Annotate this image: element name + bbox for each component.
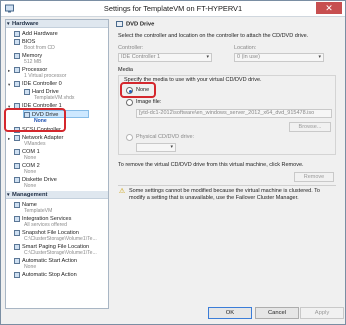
collapse-icon[interactable]: ▾ <box>7 191 10 199</box>
collapse-icon[interactable]: ▾ <box>8 82 12 88</box>
com-port-icon <box>14 148 20 155</box>
divider <box>118 185 336 186</box>
warning-icon: ⚠ <box>118 188 126 195</box>
chevron-down-icon: ▾ <box>206 54 209 60</box>
diskette-icon <box>14 176 20 183</box>
browse-button[interactable]: Browse... <box>289 122 331 132</box>
paging-summary: C:\ClusterStorage\Volume1\Te... <box>24 250 97 256</box>
auto-start-summary: None <box>24 264 37 270</box>
com-port-icon <box>14 162 20 169</box>
settings-tree: ▾ Hardware Add Hardware BIOS Boot from C… <box>5 19 109 309</box>
processor-icon <box>14 66 20 73</box>
expand-icon[interactable]: ▸ <box>8 68 12 74</box>
add-hardware-icon <box>14 30 20 37</box>
tree-item-ide0[interactable]: IDE Controller 0 <box>14 80 62 88</box>
settings-panel: DVD Drive Select the controller and loca… <box>114 19 343 309</box>
integration-summary: All services offered <box>24 222 67 228</box>
tree-item-add-hardware[interactable]: Add Hardware <box>14 30 58 38</box>
name-icon <box>14 201 20 208</box>
hardware-section-header[interactable]: ▾ Hardware <box>6 20 108 28</box>
network-icon <box>14 134 20 141</box>
memory-summary: 512 MB <box>24 59 42 65</box>
auto-start-icon <box>14 257 20 264</box>
integration-icon <box>14 215 20 222</box>
processor-summary: 1 Virtual processor <box>24 73 67 79</box>
settings-window: Settings for TemplateVM on FT-HYPERV1 ✕ … <box>0 0 346 325</box>
bios-icon <box>14 38 20 45</box>
apply-button[interactable]: Apply <box>300 307 344 319</box>
image-path-field[interactable]: [ytd-dc1-2012\software\en_windows_server… <box>136 109 332 118</box>
chevron-down-icon: ▾ <box>318 54 321 60</box>
chevron-down-icon: ▾ <box>170 144 173 150</box>
hard-drive-icon <box>24 88 30 95</box>
snapshot-icon <box>14 229 20 236</box>
com2-summary: None <box>24 169 37 175</box>
title-bar: Settings for TemplateVM on FT-HYPERV1 ✕ <box>1 1 345 17</box>
remove-instruction: To remove the virtual CD/DVD drive from … <box>118 162 304 168</box>
annotation-highlight <box>4 108 66 132</box>
panel-intro: Select the controller and location on th… <box>118 33 309 39</box>
annotation-highlight <box>120 82 156 98</box>
bios-summary: Boot from CD <box>24 45 55 51</box>
name-summary: TemplateVM <box>24 208 53 214</box>
diskette-summary: None <box>24 183 37 189</box>
close-button[interactable]: ✕ <box>316 2 342 14</box>
radio-image-label: Image file: <box>136 99 162 105</box>
collapse-icon[interactable]: ▾ <box>7 20 10 28</box>
remove-button[interactable]: Remove <box>294 172 334 182</box>
media-group-label: Media <box>118 67 133 73</box>
location-label: Location: <box>234 45 257 51</box>
controller-select[interactable]: IDE Controller 1 ▾ <box>118 53 212 62</box>
auto-stop-icon <box>14 271 20 278</box>
radio-physical[interactable] <box>126 134 133 141</box>
com1-summary: None <box>24 155 37 161</box>
window-title: Settings for TemplateVM on FT-HYPERV1 <box>103 4 243 13</box>
cluster-warning: Some settings cannot be modified because… <box>129 188 320 201</box>
tree-item-auto-stop[interactable]: Automatic Stop Action <box>14 271 77 279</box>
location-select[interactable]: 0 (in use) ▾ <box>234 53 324 62</box>
radio-physical-label: Physical CD/DVD drive: <box>136 134 195 140</box>
cancel-button[interactable]: Cancel <box>255 307 299 319</box>
physical-drive-select[interactable]: ▾ <box>136 143 176 152</box>
snapshot-summary: C:\ClusterStorage\Volume1\Te... <box>24 236 97 242</box>
paging-icon <box>14 243 20 250</box>
dvd-drive-icon <box>116 21 123 27</box>
panel-heading: DVD Drive <box>116 21 154 28</box>
expand-icon[interactable]: ▸ <box>8 136 12 142</box>
ok-button[interactable]: OK <box>208 307 252 319</box>
controller-label: Controller: <box>118 45 144 51</box>
hard-drive-summary: TemplateVM.vhdx <box>34 95 75 101</box>
network-summary: VMandes <box>24 141 46 147</box>
management-section-header[interactable]: ▾ Management <box>6 191 108 199</box>
memory-icon <box>14 52 20 59</box>
controller-icon <box>14 80 20 87</box>
radio-image-file[interactable] <box>126 99 133 106</box>
